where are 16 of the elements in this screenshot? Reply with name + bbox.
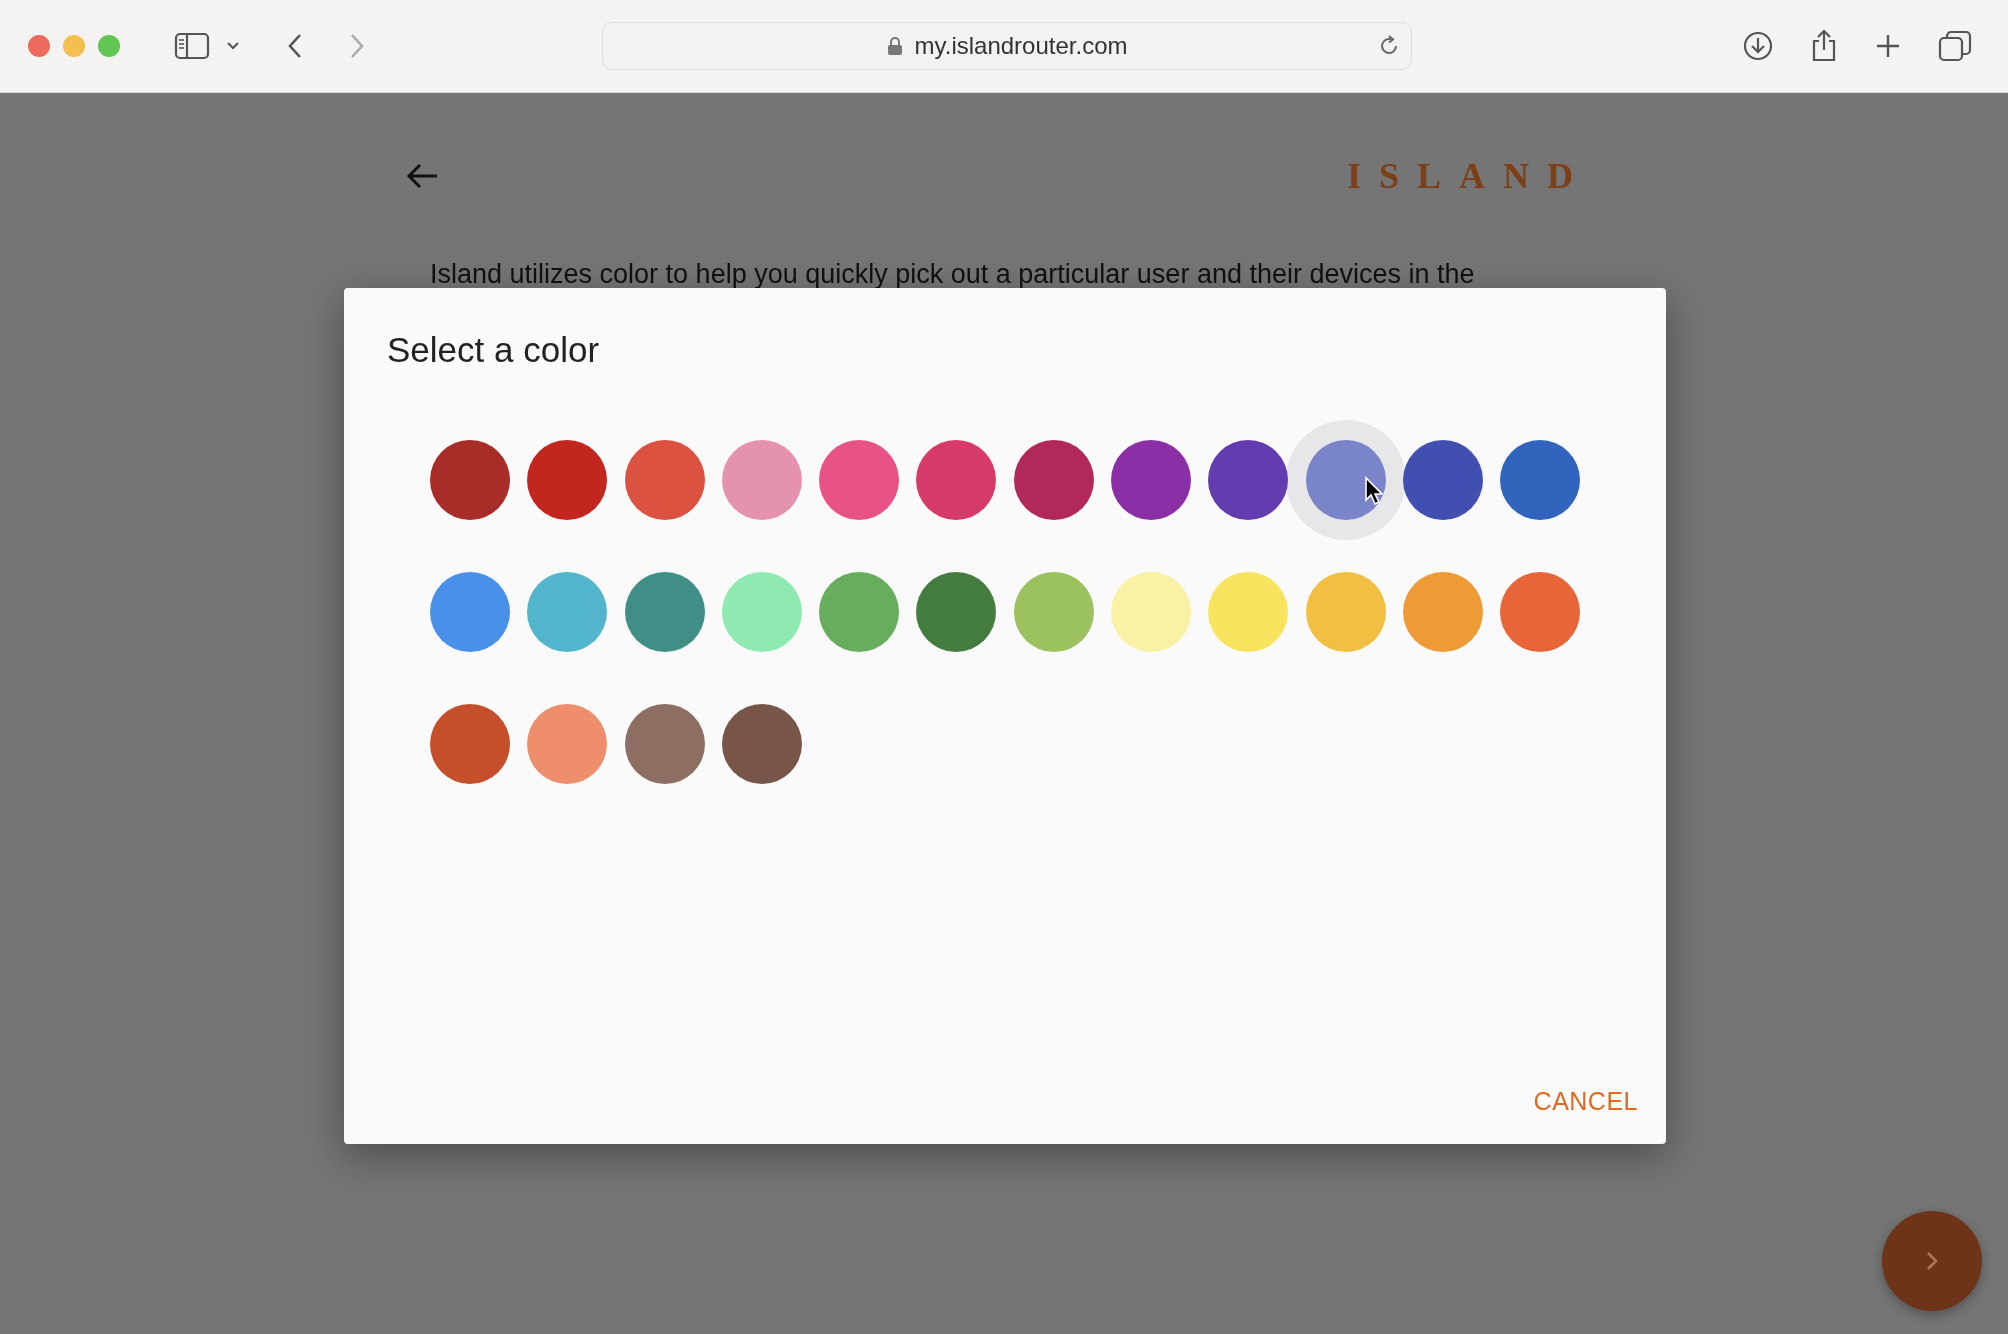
back-arrow-icon[interactable] (405, 162, 439, 190)
logo: ISLAND (1346, 155, 1591, 197)
cursor-icon (1363, 476, 1384, 506)
chevron-down-icon[interactable] (226, 41, 240, 51)
new-tab-icon[interactable] (1874, 32, 1902, 60)
close-button[interactable] (28, 35, 50, 57)
sidebar-icon[interactable] (174, 31, 210, 61)
share-icon[interactable] (1810, 29, 1838, 63)
download-icon[interactable] (1742, 30, 1774, 62)
lock-icon (886, 36, 903, 56)
address-bar[interactable]: my.islandrouter.com (602, 22, 1412, 70)
tabs-overview-icon[interactable] (1938, 30, 1972, 62)
back-icon[interactable] (286, 32, 304, 60)
intro-text: Island utilizes color to help you quickly pick out a particular user and their devices in the (430, 259, 1476, 290)
dialog-title: Select a color (387, 330, 601, 370)
url-text: my.islandrouter.com (914, 32, 1128, 60)
